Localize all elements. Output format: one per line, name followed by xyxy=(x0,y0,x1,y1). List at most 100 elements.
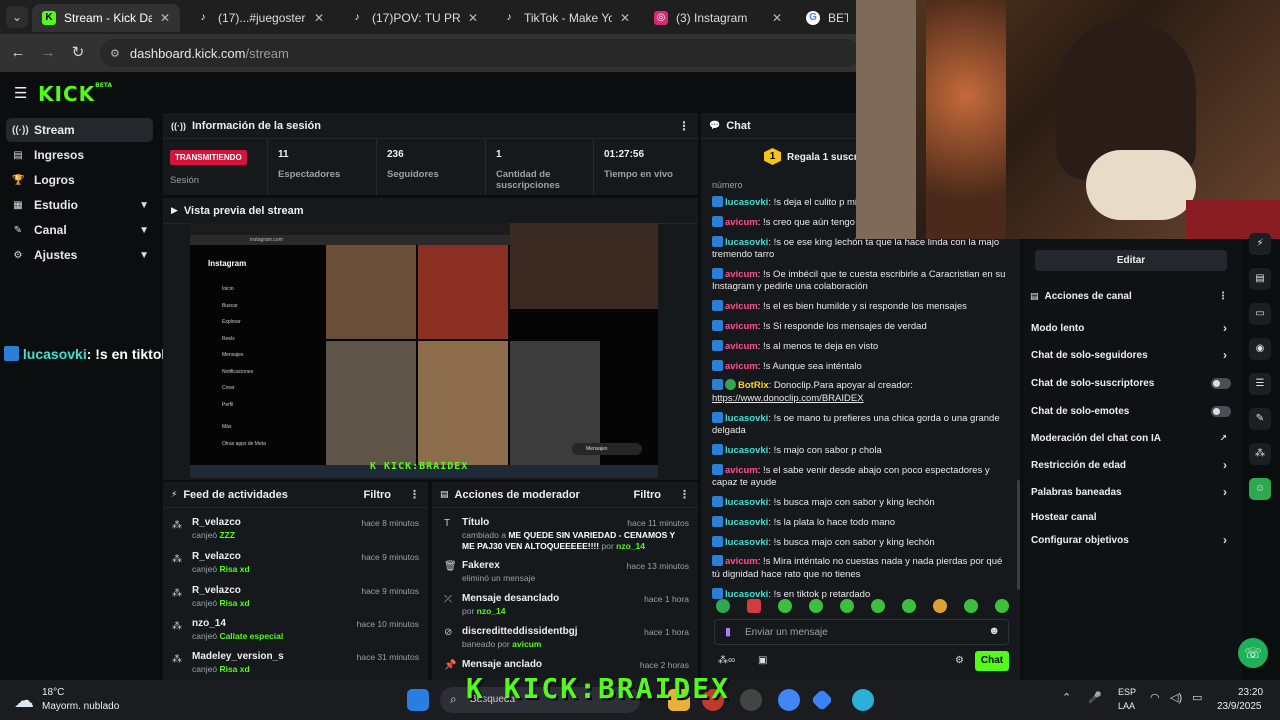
wifi-icon[interactable]: ◠ xyxy=(1150,691,1160,704)
chat-bubble-icon[interactable]: ▭ xyxy=(1249,303,1271,325)
emote-icon[interactable] xyxy=(995,599,1009,613)
chat-username[interactable]: lucasovki xyxy=(725,445,768,456)
chat-username[interactable]: lucasovki xyxy=(725,237,768,248)
back-arrow-icon[interactable]: ← xyxy=(8,43,28,63)
feed-user[interactable]: Madeley_version_s xyxy=(192,651,284,662)
close-icon[interactable]: ✕ xyxy=(772,11,782,25)
tab-tiktok-1[interactable]: ♪ (17)...#juegosterror # ✕ xyxy=(186,4,334,32)
volume-icon[interactable]: ◁) xyxy=(1170,691,1182,704)
emote-icon[interactable] xyxy=(902,599,916,613)
redeem-icon[interactable]: ⁂ xyxy=(1249,443,1271,465)
sidebar-item-stream[interactable]: ((·)) Stream xyxy=(6,118,153,142)
mod-title[interactable]: discreditteddissidentbgj xyxy=(462,626,578,637)
weather-desc[interactable]: Mayorm. nublado xyxy=(42,701,119,712)
document-icon[interactable]: ▤ xyxy=(1249,268,1271,290)
send-chat-button[interactable]: Chat xyxy=(975,651,1009,671)
chat-username[interactable]: avicum xyxy=(725,301,758,312)
sidebar-item-ajustes[interactable]: ⚙ Ajustes ▼ xyxy=(6,243,153,267)
sidebar-item-ingresos[interactable]: ▤ Ingresos xyxy=(6,143,153,167)
sidebar-item-logros[interactable]: 🏆 Logros xyxy=(6,168,153,192)
wrench-icon[interactable]: ✎ xyxy=(1249,408,1271,430)
tab-instagram[interactable]: ◎ (3) Instagram ✕ xyxy=(644,4,792,32)
more-options-icon[interactable]: ⋮ xyxy=(1218,291,1228,302)
emote-icon[interactable] xyxy=(716,599,730,613)
chat-username[interactable]: lucasovki xyxy=(725,197,768,208)
feed-user[interactable]: R_velazco xyxy=(192,551,241,562)
keyboard-lang[interactable]: ESP xyxy=(1118,687,1136,697)
action-age-restriction[interactable]: Restricción de edad › xyxy=(1031,458,1231,472)
tab-kick-dashboard[interactable]: K Stream - Kick Dashbo ✕ xyxy=(32,4,180,32)
filter-button[interactable]: Filtro xyxy=(364,489,392,501)
clock-date[interactable]: 23/9/2025 xyxy=(1217,701,1262,712)
chat-input[interactable]: ▮ Enviar un mensaje ☻ xyxy=(714,619,1009,645)
sidebar-item-estudio[interactable]: ▦ Estudio ▼ xyxy=(6,193,153,217)
feed-user[interactable]: R_velazco xyxy=(192,517,241,528)
chat-username[interactable]: lucasovki xyxy=(725,517,768,528)
close-icon[interactable]: ✕ xyxy=(314,11,324,25)
action-configure-goals[interactable]: Configurar objetivos › xyxy=(1031,533,1231,547)
emoji-icon[interactable]: ☻ xyxy=(988,625,1000,637)
chrome-icon[interactable] xyxy=(778,689,800,711)
keyboard-layout[interactable]: LAA xyxy=(1118,701,1135,711)
chat-username[interactable]: avicum xyxy=(725,465,758,476)
close-icon[interactable]: ✕ xyxy=(160,11,170,25)
more-options-icon[interactable]: ⋮ xyxy=(678,119,690,133)
tab-tiktok-2[interactable]: ♪ (17)POV: TU PRIMER ✕ xyxy=(340,4,488,32)
broadcast-icon[interactable]: ◉ xyxy=(1249,338,1271,360)
emote-icon[interactable] xyxy=(933,599,947,613)
toggle-switch[interactable] xyxy=(1211,377,1231,389)
gift-box-icon[interactable]: ▣ xyxy=(758,655,767,666)
help-chat-icon[interactable]: ☏ xyxy=(1238,638,1268,668)
address-bar[interactable]: ⚙ dashboard.kick.com /stream xyxy=(100,39,860,67)
windows-start-icon[interactable] xyxy=(407,689,429,711)
battery-icon[interactable]: ▭ xyxy=(1192,691,1202,704)
emote-icon[interactable] xyxy=(778,599,792,613)
forward-arrow-icon[interactable]: → xyxy=(38,43,58,63)
mic-icon[interactable]: 🎤 xyxy=(1088,691,1102,704)
chat-username[interactable]: BotRix xyxy=(738,380,769,391)
chat-username[interactable]: avicum xyxy=(725,321,758,332)
emote-icon[interactable] xyxy=(747,599,761,613)
chat-link[interactable]: https://www.donoclip.com/BRAIDEX xyxy=(712,393,864,404)
chat-scrollbar[interactable] xyxy=(1017,480,1020,590)
feed-user[interactable]: R_velazco xyxy=(192,585,241,596)
sidebar-item-canal[interactable]: ✎ Canal ▼ xyxy=(6,218,153,242)
chat-username[interactable]: avicum xyxy=(725,269,758,280)
emote-icon[interactable] xyxy=(809,599,823,613)
chat-username[interactable]: lucasovki xyxy=(725,589,768,600)
chat-username[interactable]: avicum xyxy=(725,556,758,567)
tab-search-chevron-icon[interactable]: ⌄ xyxy=(6,6,28,28)
gear-icon[interactable]: ⚙ xyxy=(955,655,964,666)
action-followers-only[interactable]: Chat de solo-seguidores › xyxy=(1031,348,1231,362)
obs-icon[interactable] xyxy=(740,689,762,711)
feed-user[interactable]: nzo_14 xyxy=(192,618,226,629)
chat-username[interactable]: lucasovki xyxy=(725,497,768,508)
chat-username[interactable]: lucasovki xyxy=(725,413,768,424)
mic-icon[interactable]: ▮ xyxy=(725,625,731,638)
action-slow-mode[interactable]: Modo lento › xyxy=(1031,321,1231,335)
emote-icon[interactable] xyxy=(871,599,885,613)
clock-time[interactable]: 23:20 xyxy=(1238,687,1263,698)
chat-username[interactable]: avicum xyxy=(725,217,758,228)
chat-username[interactable]: lucasovki xyxy=(725,537,768,548)
action-host-channel[interactable]: Hostear canal xyxy=(1031,510,1231,524)
kick-logo[interactable]: KICKBETA xyxy=(38,82,112,106)
tab-google[interactable]: G BETI LA xyxy=(796,4,858,32)
filter-button[interactable]: Filtro xyxy=(634,489,662,501)
mod-title[interactable]: Fakerex xyxy=(462,560,500,571)
list-icon[interactable]: ☰ xyxy=(1249,373,1271,395)
chat-username[interactable]: avicum xyxy=(725,341,758,352)
emote-rail-icon[interactable]: ☺ xyxy=(1249,478,1271,500)
hamburger-menu-icon[interactable]: ☰ xyxy=(14,84,27,102)
action-banned-words[interactable]: Palabras baneadas › xyxy=(1031,485,1231,499)
toggle-switch[interactable] xyxy=(1211,405,1231,417)
chevron-up-icon[interactable]: ⌃ xyxy=(1062,691,1071,704)
bolt-icon[interactable]: ⚡ xyxy=(1249,233,1271,255)
chat-username[interactable]: avicum xyxy=(725,361,758,372)
emote-icon[interactable] xyxy=(964,599,978,613)
more-options-icon[interactable]: ⋮ xyxy=(409,488,420,501)
close-icon[interactable]: ✕ xyxy=(620,11,630,25)
action-ai-moderation[interactable]: Moderación del chat con IA ↗ xyxy=(1031,431,1231,445)
tab-tiktok-3[interactable]: ♪ TikTok - Make Your D ✕ xyxy=(492,4,640,32)
stream-preview-video[interactable]: instagram.com Instagram Inicio Buscar Expl… xyxy=(190,223,658,478)
